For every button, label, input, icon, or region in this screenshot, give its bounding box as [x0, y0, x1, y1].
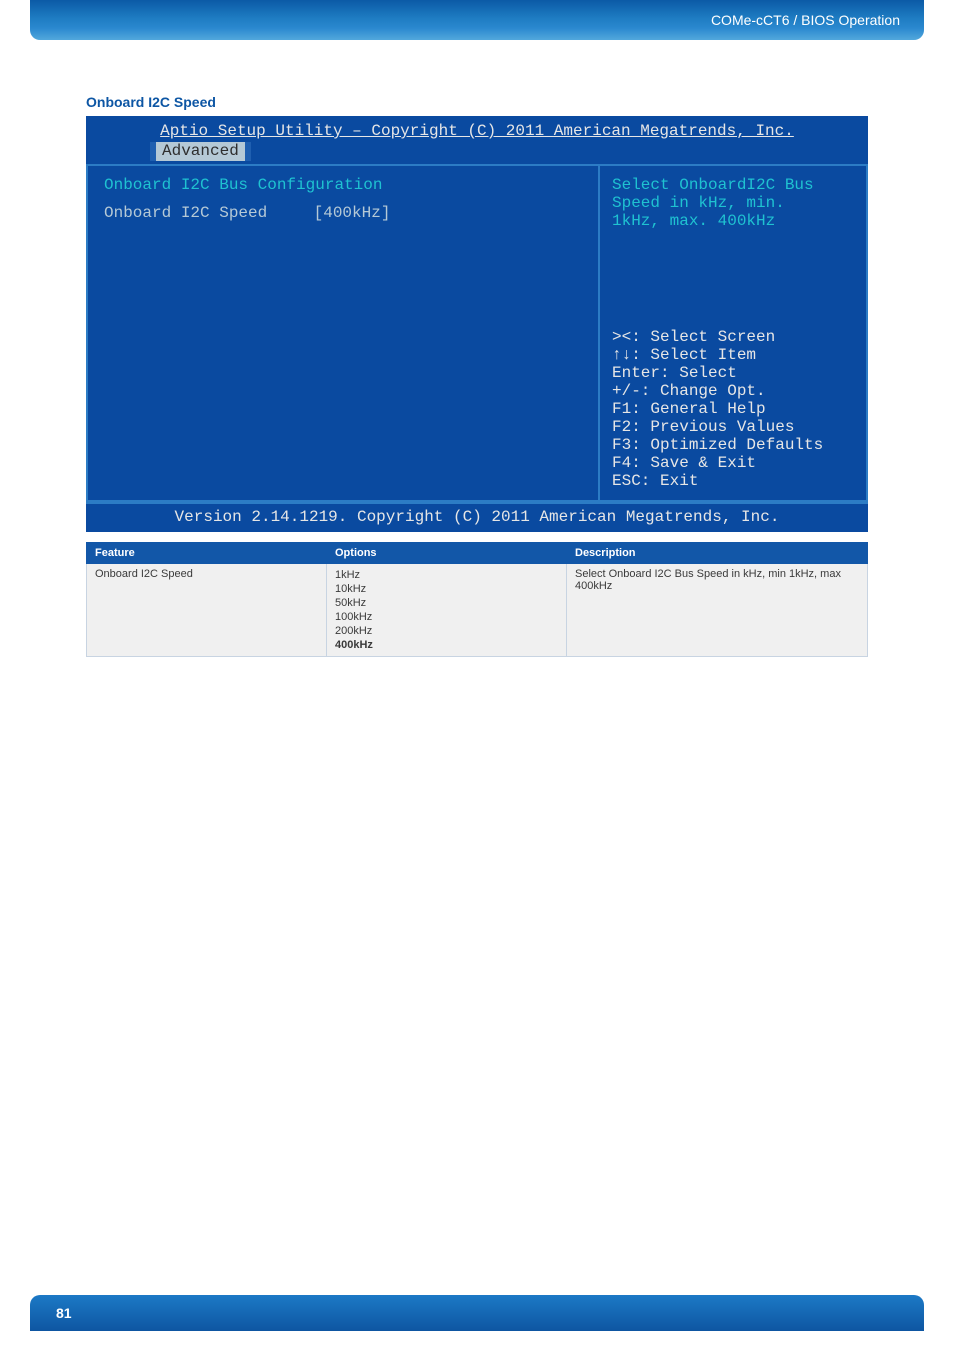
option-item: 200kHz: [335, 624, 558, 638]
bios-body: Onboard I2C Bus Configuration Onboard I2…: [86, 164, 868, 502]
cell-feature: Onboard I2C Speed: [87, 564, 327, 657]
option-item: 1kHz: [335, 568, 558, 582]
breadcrumb: COMe-cCT6 / BIOS Operation: [711, 12, 900, 28]
key-line: ESC: Exit: [612, 472, 854, 490]
cell-options: 1kHz 10kHz 50kHz 100kHz 200kHz 400kHz: [327, 564, 567, 657]
option-item-default: 400kHz: [335, 638, 558, 652]
bios-right-panel: Select OnboardI2C Bus Speed in kHz, min.…: [598, 164, 868, 502]
cell-description: Select Onboard I2C Bus Speed in kHz, min…: [567, 564, 868, 657]
help-line: Select OnboardI2C Bus: [612, 176, 854, 194]
help-line: 1kHz, max. 400kHz: [612, 212, 854, 230]
page-number: 81: [56, 1305, 72, 1321]
bios-left-panel: Onboard I2C Bus Configuration Onboard I2…: [86, 164, 598, 502]
key-line: ↑↓: Select Item: [612, 346, 854, 364]
footer-bar: 81: [30, 1295, 924, 1331]
option-item: 100kHz: [335, 610, 558, 624]
table-header-row: Feature Options Description: [87, 543, 868, 564]
header-bar: COMe-cCT6 / BIOS Operation: [30, 0, 924, 40]
key-line: Enter: Select: [612, 364, 854, 382]
config-row[interactable]: Onboard I2C Speed [400kHz]: [104, 204, 582, 222]
table-row: Onboard I2C Speed 1kHz 10kHz 50kHz 100kH…: [87, 564, 868, 657]
key-line: F1: General Help: [612, 400, 854, 418]
col-options: Options: [327, 543, 567, 564]
key-line: F2: Previous Values: [612, 418, 854, 436]
bios-titlebar: Aptio Setup Utility – Copyright (C) 2011…: [86, 116, 868, 164]
option-item: 50kHz: [335, 596, 558, 610]
config-value: [400kHz]: [314, 204, 391, 222]
bios-footer: Version 2.14.1219. Copyright (C) 2011 Am…: [86, 502, 868, 532]
help-text: Select OnboardI2C Bus Speed in kHz, min.…: [612, 176, 854, 230]
feature-table: Feature Options Description Onboard I2C …: [86, 542, 868, 657]
col-description: Description: [567, 543, 868, 564]
config-title: Onboard I2C Bus Configuration: [104, 176, 582, 194]
bios-title: Aptio Setup Utility – Copyright (C) 2011…: [86, 116, 868, 140]
key-legend: ><: Select Screen ↑↓: Select Item Enter:…: [612, 328, 854, 490]
option-item: 10kHz: [335, 582, 558, 596]
config-label: Onboard I2C Speed: [104, 204, 304, 222]
key-line: F4: Save & Exit: [612, 454, 854, 472]
key-line: ><: Select Screen: [612, 328, 854, 346]
help-line: Speed in kHz, min.: [612, 194, 854, 212]
col-feature: Feature: [87, 543, 327, 564]
bios-tab-advanced[interactable]: Advanced: [150, 142, 251, 161]
key-line: +/-: Change Opt.: [612, 382, 854, 400]
page: COMe-cCT6 / BIOS Operation Onboard I2C S…: [0, 0, 954, 1351]
key-line: F3: Optimized Defaults: [612, 436, 854, 454]
section-title: Onboard I2C Speed: [86, 94, 216, 110]
bios-screenshot: Aptio Setup Utility – Copyright (C) 2011…: [86, 116, 868, 532]
